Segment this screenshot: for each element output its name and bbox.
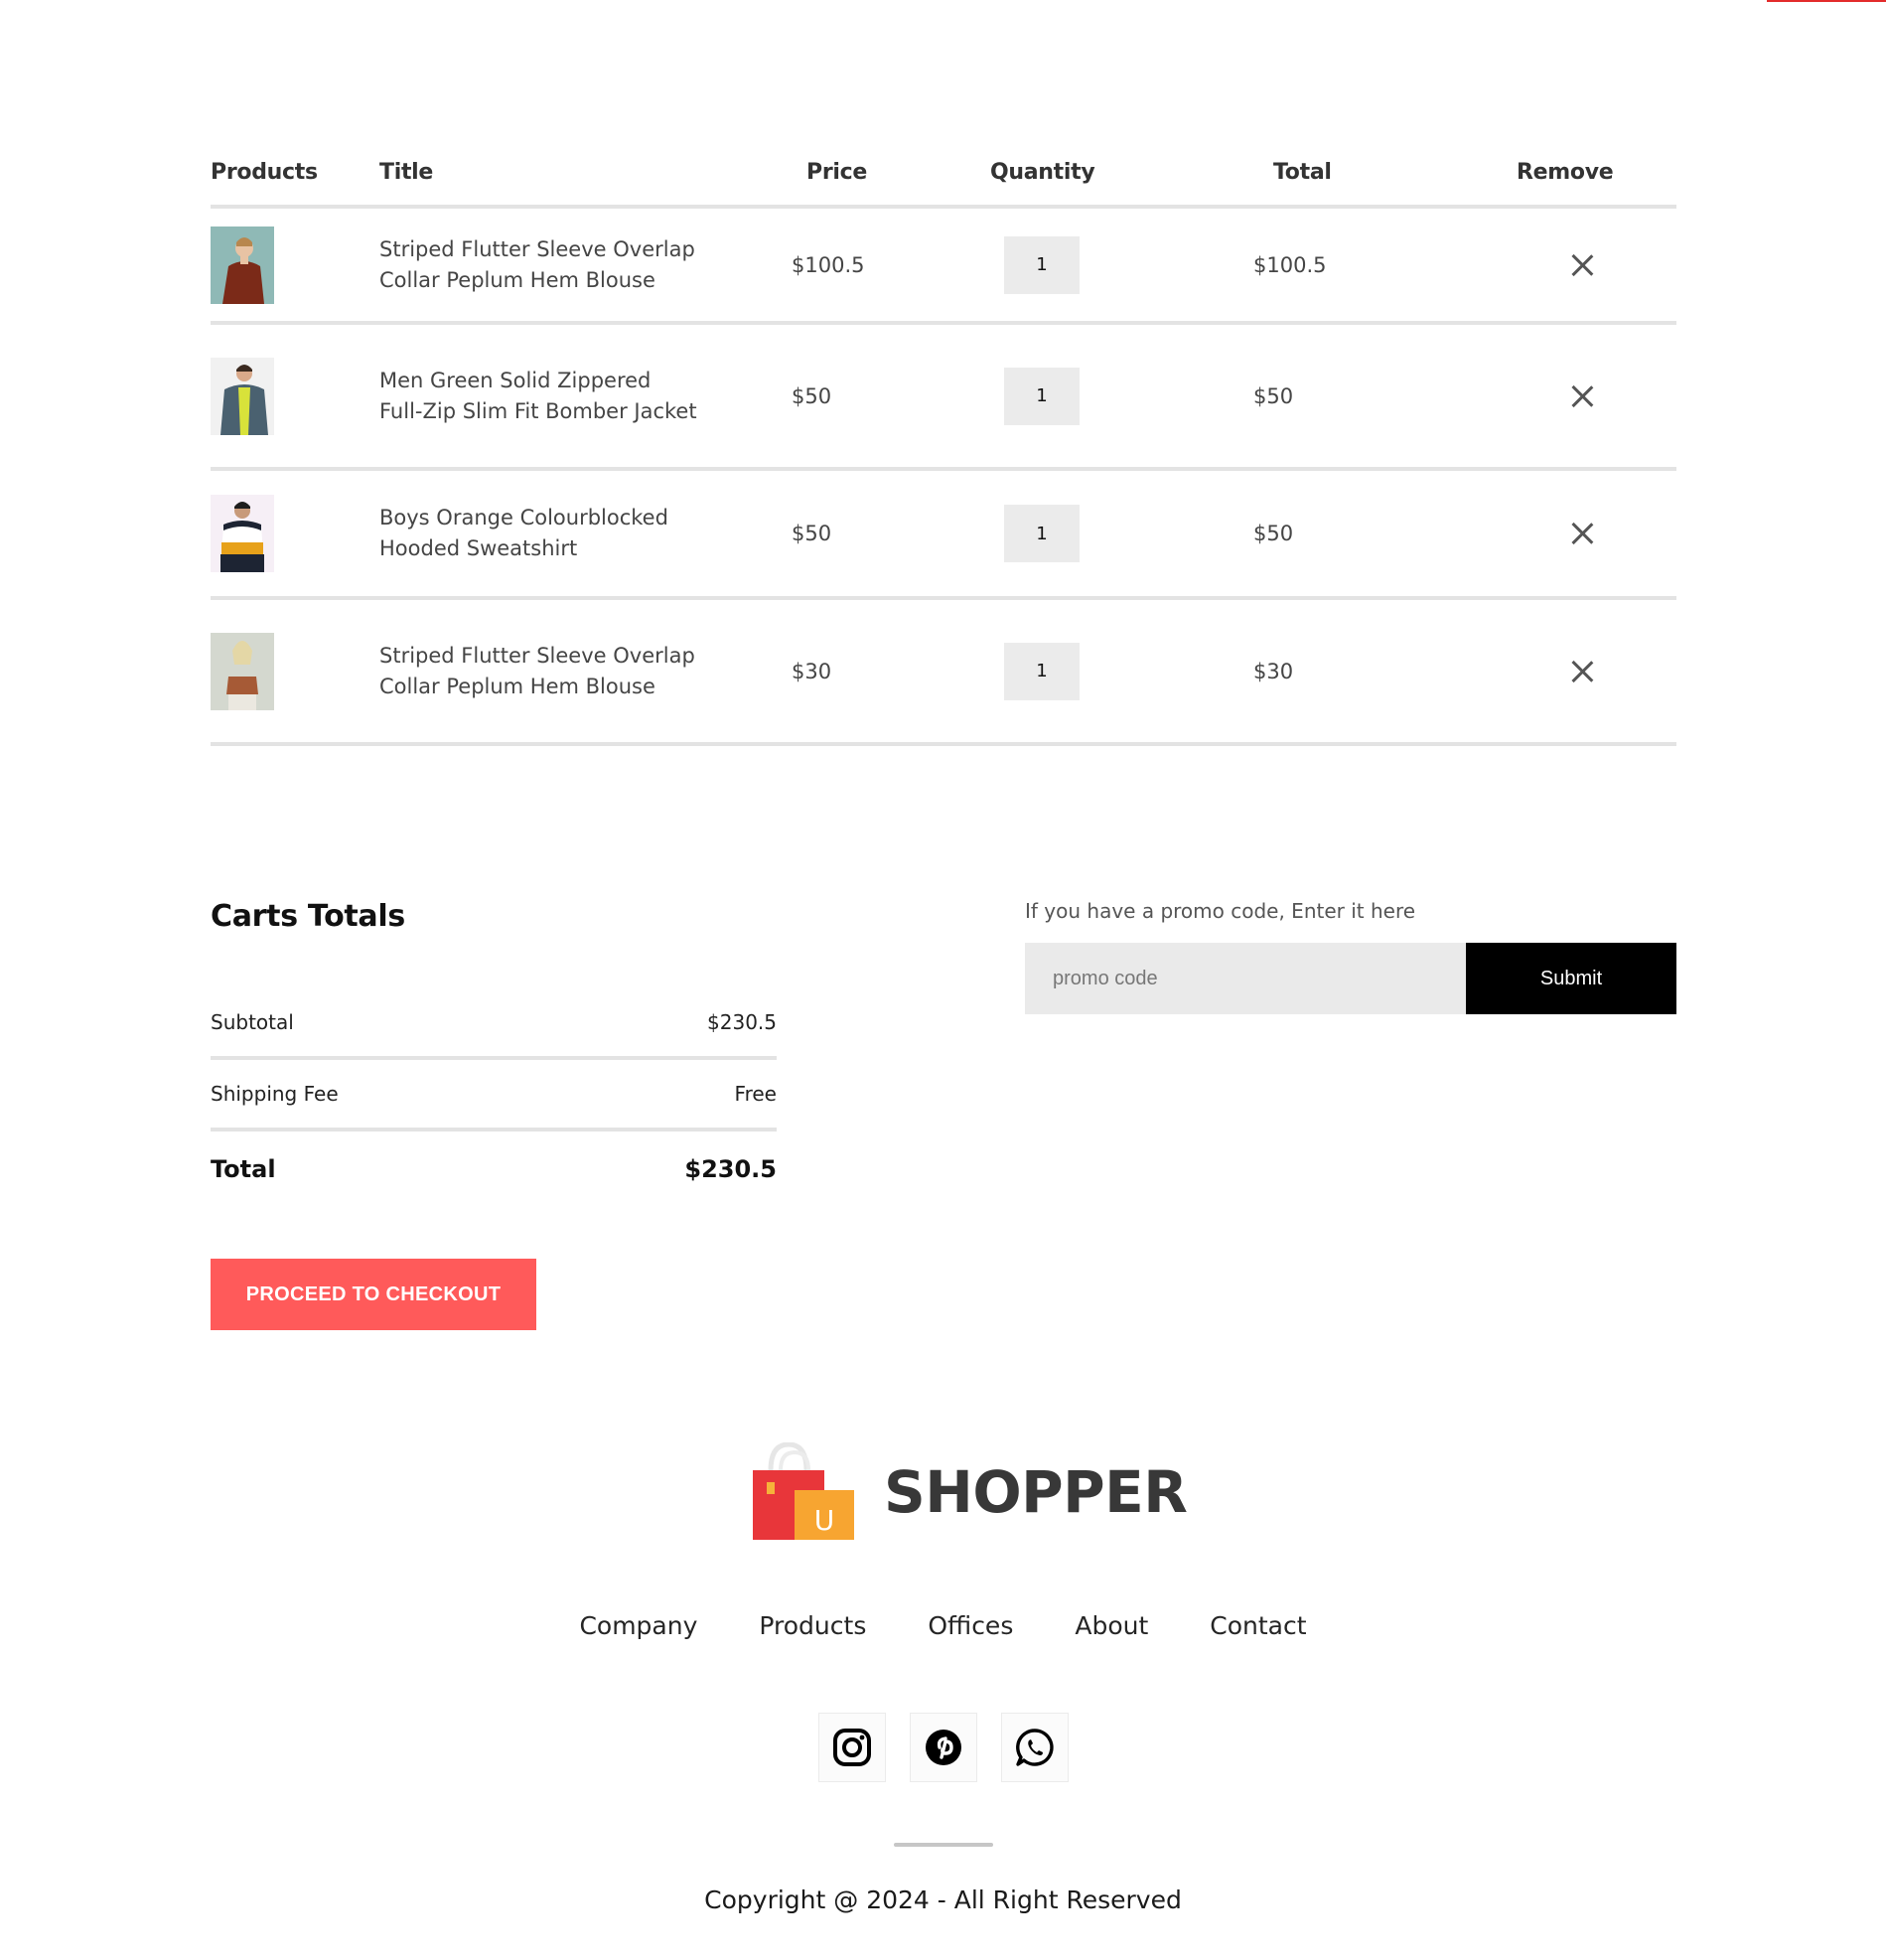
promo-label: If you have a promo code, Enter it here <box>1025 899 1416 923</box>
row-total: $50 <box>1253 522 1294 545</box>
divider <box>211 742 1676 746</box>
promo-code-input[interactable] <box>1025 943 1466 1014</box>
total-row: Total $230.5 <box>211 1131 777 1207</box>
row-total: $50 <box>1253 383 1294 408</box>
brand-name: SHOPPER <box>884 1458 1188 1526</box>
social-links <box>0 1713 1886 1782</box>
row-total: $100.5 <box>1253 252 1327 277</box>
cart-row: Striped Flutter Sleeve Overlap Collar Pe… <box>211 209 1676 321</box>
quantity-box[interactable]: 1 <box>1004 505 1080 562</box>
subtotal-value: $230.5 <box>707 1010 777 1034</box>
whatsapp-icon[interactable] <box>1000 1713 1069 1782</box>
quantity-box[interactable]: 1 <box>1004 642 1080 700</box>
product-price: $50 <box>792 522 832 545</box>
cart-row: Striped Flutter Sleeve Overlap Collar Pe… <box>211 600 1676 742</box>
footer-link-about[interactable]: About <box>1029 1611 1148 1640</box>
header-remove: Remove <box>1517 159 1614 185</box>
cart-row: Boys Orange Colourblocked Hooded Sweatsh… <box>211 471 1676 596</box>
subtotal-row: Subtotal $230.5 <box>211 988 777 1056</box>
subtotal-label: Subtotal <box>211 1010 294 1034</box>
header-total: Total <box>1273 159 1332 185</box>
promo-submit-button[interactable]: Submit <box>1466 943 1676 1014</box>
row-total: $30 <box>1253 659 1294 683</box>
footer-brand: U SHOPPER <box>751 1442 1188 1542</box>
total-value: $230.5 <box>684 1155 777 1183</box>
footer-link-contact[interactable]: Contact <box>1164 1611 1306 1640</box>
remove-close-icon[interactable] <box>1570 384 1594 408</box>
shipping-value: Free <box>734 1082 777 1106</box>
remove-close-icon[interactable] <box>1570 660 1594 683</box>
product-title: Boys Orange Colourblocked Hooded Sweatsh… <box>379 506 668 560</box>
product-title: Striped Flutter Sleeve Overlap Collar Pe… <box>379 236 695 292</box>
top-accent-bar <box>1767 0 1886 2</box>
footer-link-offices[interactable]: Offices <box>882 1611 1013 1640</box>
footer-links: Company Products Offices About Contact <box>0 1611 1886 1640</box>
footer-link-company[interactable]: Company <box>579 1611 697 1640</box>
pinterest-icon[interactable] <box>909 1713 977 1782</box>
shipping-row: Shipping Fee Free <box>211 1060 777 1128</box>
header-price: Price <box>806 159 867 185</box>
cart-totals-heading: Carts Totals <box>211 899 405 934</box>
footer-link-products[interactable]: Products <box>713 1611 866 1640</box>
product-price: $50 <box>792 383 832 408</box>
total-label: Total <box>211 1155 276 1183</box>
product-image-boy-in-colourblocked-hoodie[interactable] <box>211 495 274 572</box>
product-image-woman-in-brown-top[interactable] <box>211 632 274 710</box>
quantity-box[interactable]: 1 <box>1004 367 1080 425</box>
instagram-icon[interactable] <box>817 1713 886 1782</box>
product-title: Men Green Solid Zippered Full-Zip Slim F… <box>379 368 697 423</box>
shipping-label: Shipping Fee <box>211 1082 339 1106</box>
remove-close-icon[interactable] <box>1570 522 1594 545</box>
product-image-woman-in-rust-blouse[interactable] <box>211 226 274 304</box>
product-title: Striped Flutter Sleeve Overlap Collar Pe… <box>379 643 695 698</box>
cart-totals: Carts Totals Subtotal $230.5 Shipping Fe… <box>211 899 777 1207</box>
header-quantity: Quantity <box>990 159 1095 185</box>
logo-letter: U <box>814 1504 835 1537</box>
promo-form: Submit <box>1025 943 1676 1014</box>
product-price: $100.5 <box>792 252 865 277</box>
product-price: $30 <box>792 659 832 683</box>
cart-table-header: Products Title Price Quantity Total Remo… <box>211 139 1676 205</box>
header-title: Title <box>379 159 434 185</box>
footer-divider <box>894 1843 993 1847</box>
shopping-bag-logo-icon: U <box>753 1442 854 1540</box>
copyright-text: Copyright @ 2024 - All Right Reserved <box>704 1885 1182 1914</box>
quantity-box[interactable]: 1 <box>1004 235 1080 294</box>
product-image-man-in-green-jacket[interactable] <box>211 357 274 435</box>
remove-close-icon[interactable] <box>1570 253 1594 277</box>
header-products: Products <box>211 159 318 185</box>
cart-table: Products Title Price Quantity Total Remo… <box>211 139 1676 746</box>
cart-row: Men Green Solid Zippered Full-Zip Slim F… <box>211 325 1676 467</box>
promo-section: If you have a promo code, Enter it here … <box>1025 899 1676 1014</box>
proceed-to-checkout-button[interactable]: PROCEED TO CHECKOUT <box>211 1259 536 1330</box>
